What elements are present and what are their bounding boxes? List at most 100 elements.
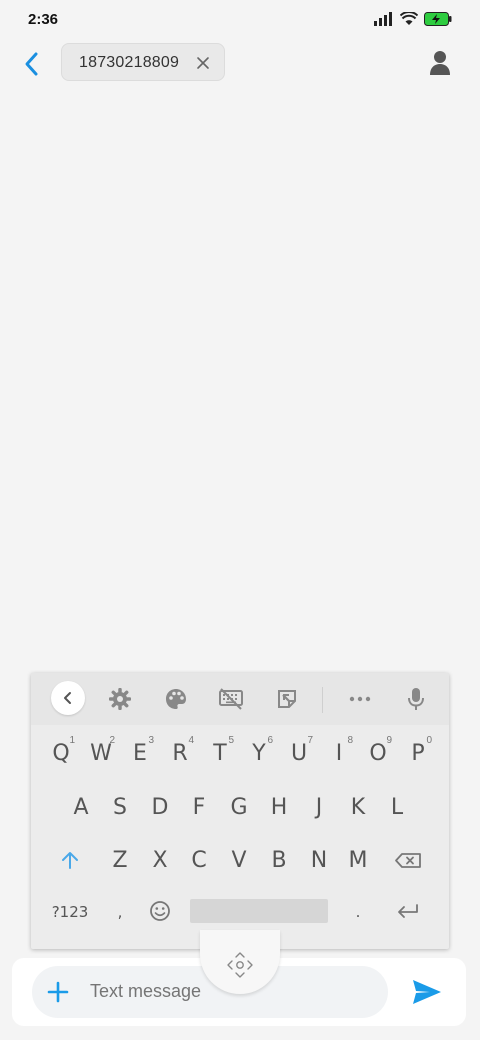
- key-label: X: [152, 848, 168, 873]
- key-label: L: [390, 795, 404, 820]
- key-e[interactable]: E 3: [120, 729, 160, 779]
- voice-input-button[interactable]: [398, 683, 434, 715]
- key-z[interactable]: Z: [100, 836, 140, 886]
- key-b[interactable]: B: [259, 836, 299, 886]
- spacebar[interactable]: [190, 899, 328, 923]
- key-n[interactable]: N: [299, 836, 339, 886]
- key-t[interactable]: T 5: [200, 729, 240, 779]
- key-l[interactable]: L: [377, 783, 417, 833]
- key-q[interactable]: Q 1: [41, 729, 81, 779]
- key-label: M: [348, 848, 368, 873]
- send-icon: [413, 980, 441, 1004]
- key-label: .: [355, 903, 361, 921]
- key-label: ?123: [51, 903, 89, 921]
- key-v[interactable]: V: [219, 836, 259, 886]
- toolbar-divider: [322, 687, 323, 713]
- key-label: I: [335, 741, 343, 766]
- signal-icon: [374, 12, 392, 26]
- key-s[interactable]: S: [100, 783, 140, 833]
- shift-key[interactable]: [50, 836, 90, 886]
- palette-icon: [166, 689, 186, 709]
- key-r[interactable]: R 4: [160, 729, 200, 779]
- key-hint: 3: [148, 735, 154, 746]
- wifi-icon: [400, 12, 418, 25]
- backspace-key[interactable]: [387, 836, 427, 886]
- keyboard: Q 1 W 2 E 3 R 4 T 5 Y 6 U 7 I 8 O 9 P 0 …: [31, 673, 449, 949]
- key-hint: 2: [109, 735, 115, 746]
- key-label: J: [315, 795, 323, 820]
- key-o[interactable]: O 9: [358, 729, 398, 779]
- key-label: H: [270, 795, 288, 820]
- status-time: 2:36: [28, 11, 59, 28]
- key-h[interactable]: H: [259, 783, 299, 833]
- key-y[interactable]: Y 6: [239, 729, 279, 779]
- key-label: P: [411, 741, 425, 766]
- enter-key[interactable]: [387, 889, 427, 939]
- send-button[interactable]: [410, 976, 444, 1008]
- chevron-left-icon: [25, 52, 38, 76]
- note-icon: [278, 690, 296, 708]
- key-u[interactable]: U 7: [279, 729, 319, 779]
- backspace-icon: [395, 853, 421, 868]
- key-hint: 8: [347, 735, 353, 746]
- recipient-chip[interactable]: 18730218809: [61, 43, 225, 81]
- key-a[interactable]: A: [61, 783, 101, 833]
- key-hint: 4: [188, 735, 194, 746]
- key-label: ,: [117, 903, 123, 921]
- back-button[interactable]: [20, 50, 44, 78]
- keyboard-clipboard-button[interactable]: [269, 683, 305, 715]
- key-label: B: [271, 848, 287, 873]
- key-hint: 9: [386, 735, 392, 746]
- keyboard-theme-button[interactable]: [158, 683, 194, 715]
- emoji-key[interactable]: [140, 889, 180, 939]
- message-list: [0, 90, 480, 670]
- status-icons: [374, 12, 452, 26]
- key-i[interactable]: I 8: [319, 729, 359, 779]
- chevron-left-icon: [64, 692, 71, 704]
- more-icon: [349, 696, 371, 702]
- key-f[interactable]: F: [179, 783, 219, 833]
- key-label: R: [172, 741, 188, 766]
- keyboard-settings-button[interactable]: [102, 683, 138, 715]
- key-label: Z: [112, 848, 128, 873]
- key-w[interactable]: W 2: [81, 729, 121, 779]
- key-hint: 7: [307, 735, 313, 746]
- key-m[interactable]: M: [338, 836, 378, 886]
- key-label: D: [151, 795, 169, 820]
- emoji-icon: [150, 901, 170, 921]
- recipient-number: 18730218809: [79, 54, 180, 71]
- key-label: N: [310, 848, 328, 873]
- microphone-icon: [408, 688, 424, 710]
- conversation-header: 18730218809: [0, 40, 480, 88]
- key-x[interactable]: X: [140, 836, 180, 886]
- key-label: K: [350, 795, 366, 820]
- keyboard-toolbar: [31, 673, 449, 725]
- keyboard-collapse-button[interactable]: [51, 681, 85, 715]
- keyboard-more-button[interactable]: [342, 683, 378, 715]
- close-icon: [197, 57, 209, 69]
- key-c[interactable]: C: [179, 836, 219, 886]
- add-attachment-button[interactable]: [46, 980, 70, 1004]
- comma-key[interactable]: ,: [100, 889, 140, 939]
- key-g[interactable]: G: [219, 783, 259, 833]
- key-hint: 0: [426, 735, 432, 746]
- key-p[interactable]: P 0: [398, 729, 438, 779]
- enter-icon: [398, 904, 418, 918]
- shift-arrow-icon: [62, 852, 78, 869]
- contact-button[interactable]: [428, 50, 452, 76]
- key-label: W: [90, 741, 112, 766]
- key-hint: 1: [69, 735, 75, 746]
- remove-recipient-button[interactable]: [196, 55, 210, 69]
- period-key[interactable]: .: [338, 889, 378, 939]
- gear-icon: [109, 688, 131, 710]
- key-label: G: [230, 795, 248, 820]
- battery-charging-icon: [424, 12, 452, 26]
- key-label: O: [369, 741, 387, 766]
- key-k[interactable]: K: [338, 783, 378, 833]
- symbols-key[interactable]: ?123: [50, 889, 90, 939]
- person-icon: [430, 51, 450, 75]
- key-d[interactable]: D: [140, 783, 180, 833]
- key-j[interactable]: J: [299, 783, 339, 833]
- key-label: A: [73, 795, 89, 820]
- keyboard-mode-button[interactable]: [213, 683, 249, 715]
